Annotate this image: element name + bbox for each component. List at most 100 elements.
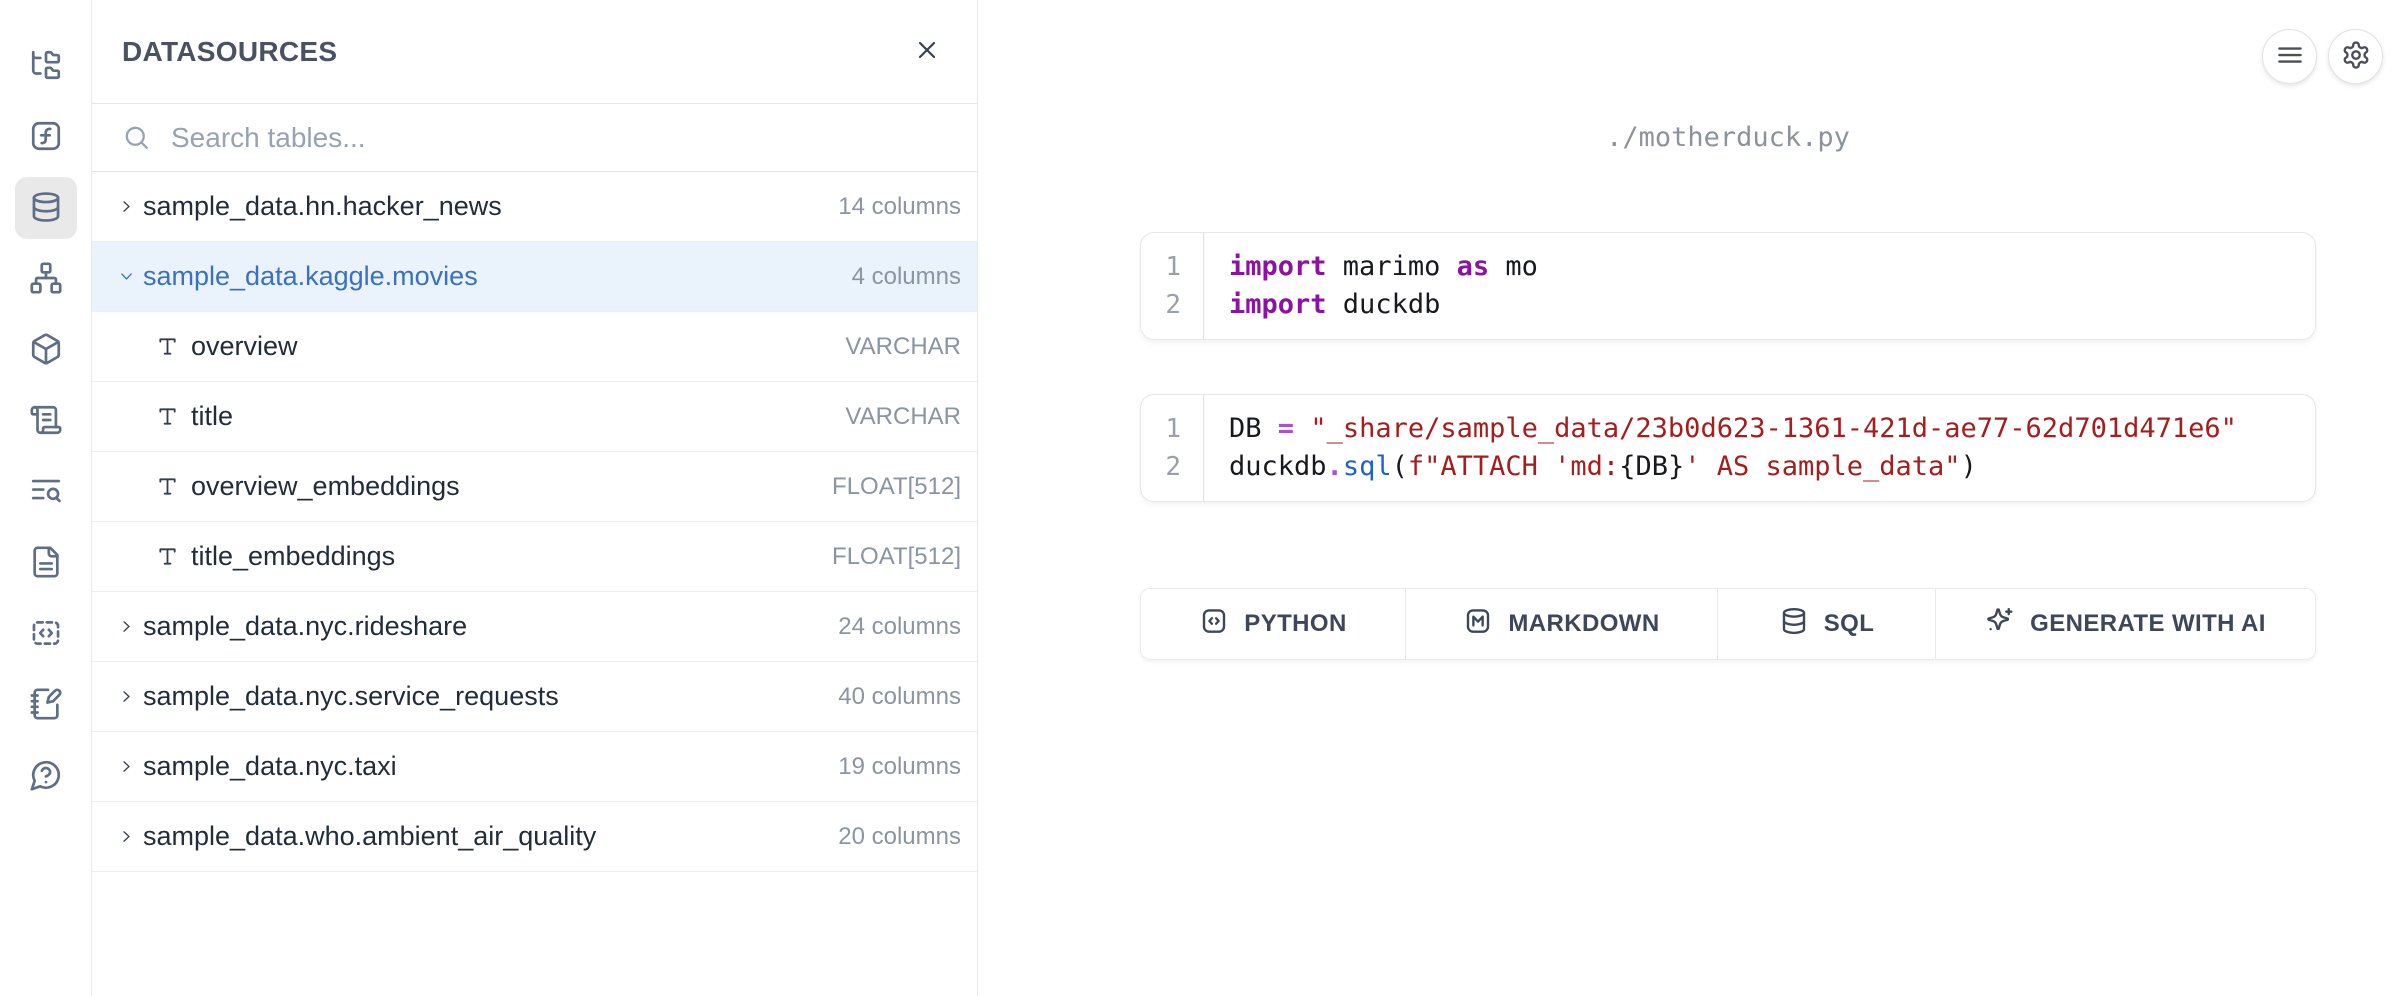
code-editor[interactable]: import marimo as moimport duckdb	[1204, 233, 1538, 339]
column-row[interactable]: title_embeddings FLOAT[512]	[92, 522, 977, 592]
panel-title: DATASOURCES	[122, 36, 337, 68]
table-row[interactable]: sample_data.nyc.taxi19 columns	[92, 732, 977, 802]
rail-button-help-question-bubble-icon[interactable]	[15, 745, 77, 807]
gear-icon	[2341, 40, 2371, 73]
table-row[interactable]: sample_data.kaggle.movies 4 columns	[92, 242, 977, 312]
line-number: 1	[1141, 410, 1181, 448]
column-type-icon	[156, 335, 179, 358]
column-row[interactable]: overview_embeddingsFLOAT[512]	[92, 452, 977, 522]
column-name: title	[191, 401, 233, 432]
variables-function-icon	[29, 119, 63, 156]
add-cell-button-label: GENERATE WITH AI	[2030, 610, 2266, 638]
column-row[interactable]: titleVARCHAR	[92, 382, 977, 452]
notebook-menu-button[interactable]	[2262, 29, 2317, 84]
chevron-down-icon	[118, 268, 135, 285]
token-plain: {DB}	[1619, 451, 1684, 482]
column-type-icon	[156, 475, 179, 498]
file-tree-icon	[29, 48, 63, 85]
table-name: sample_data.nyc.rideshare	[143, 611, 467, 642]
token-prop: sql	[1343, 451, 1392, 482]
search-row	[92, 104, 977, 172]
rail-button-snippets-code-icon[interactable]	[15, 603, 77, 665]
code-cell[interactable]: 12import marimo as moimport duckdb	[1140, 232, 2316, 340]
chevron-right-icon	[118, 828, 135, 845]
close-panel-button[interactable]	[911, 36, 943, 68]
rail-button-outline-scroll-icon[interactable]	[15, 390, 77, 452]
search-input[interactable]	[171, 122, 957, 154]
scratchpad-notebook-pen-icon	[29, 687, 63, 724]
token-plain	[1294, 413, 1310, 444]
notebook-main: ./motherduck.py 12import marimo as moimp…	[978, 0, 2399, 996]
column-type-badge: VARCHAR	[845, 333, 961, 361]
token-kw: as	[1457, 251, 1490, 282]
token-str: ' AS sample_data"	[1684, 451, 1960, 482]
code-editor[interactable]: DB = "_share/sample_data/23b0d623-1361-4…	[1204, 395, 2237, 501]
rail-button-dependencies-network-icon[interactable]	[15, 248, 77, 310]
add-cell-button-python[interactable]: PYTHON	[1141, 589, 1405, 659]
rail-button-datasources-database-icon[interactable]	[15, 177, 77, 239]
table-name: sample_data.kaggle.movies	[143, 261, 478, 292]
menu-icon	[2275, 40, 2305, 73]
python-cell-icon	[1199, 606, 1229, 643]
rail-button-file-tree-icon[interactable]	[15, 35, 77, 97]
table-name: sample_data.nyc.service_requests	[143, 681, 559, 712]
chevron-right-icon	[118, 618, 135, 635]
table-row[interactable]: sample_data.who.ambient_air_quality20 co…	[92, 802, 977, 872]
datasources-database-icon	[29, 190, 63, 227]
token-plain: marimo	[1327, 251, 1457, 282]
column-name: overview	[191, 331, 298, 362]
token-kw: import	[1229, 289, 1327, 320]
dependencies-network-icon	[29, 261, 63, 298]
rail-button-packages-box-icon[interactable]	[15, 319, 77, 381]
token-plain: )	[1961, 451, 1977, 482]
token-str: f"ATTACH 'md:	[1408, 451, 1619, 482]
table-row[interactable]: sample_data.nyc.service_requests 40 colum…	[92, 662, 977, 732]
close-icon	[913, 36, 941, 67]
code-line: import marimo as mo	[1229, 248, 1538, 286]
snippets-code-icon	[29, 616, 63, 653]
add-cell-button-label: MARKDOWN	[1508, 610, 1659, 638]
code-cell[interactable]: 12DB = "_share/sample_data/23b0d623-1361…	[1140, 394, 2316, 502]
rail-button-logs-list-search-icon[interactable]	[15, 461, 77, 523]
line-number-gutter: 12	[1141, 233, 1204, 339]
add-cell-button-markdown[interactable]: MARKDOWN	[1405, 589, 1717, 659]
code-line: DB = "_share/sample_data/23b0d623-1361-4…	[1229, 410, 2237, 448]
token-op: =	[1278, 413, 1294, 444]
add-cell-button-label: PYTHON	[1244, 610, 1346, 638]
token-plain: DB	[1229, 413, 1278, 444]
token-op: .	[1327, 451, 1343, 482]
packages-box-icon	[29, 332, 63, 369]
generate-ai-icon	[1985, 606, 2015, 643]
rail-button-scratchpad-notebook-pen-icon[interactable]	[15, 674, 77, 736]
column-type-icon	[156, 545, 179, 568]
rail-button-documentation-file-icon[interactable]	[15, 532, 77, 594]
column-type-badge: FLOAT[512]	[832, 543, 961, 571]
documentation-file-icon	[29, 545, 63, 582]
column-count-badge: 40 columns	[838, 683, 961, 711]
settings-button[interactable]	[2328, 29, 2383, 84]
token-plain: mo	[1489, 251, 1538, 282]
add-cell-button-sql[interactable]: SQL	[1717, 589, 1935, 659]
rail-button-variables-function-icon[interactable]	[15, 106, 77, 168]
table-name: sample_data.hn.hacker_news	[143, 191, 502, 222]
line-number: 2	[1141, 286, 1181, 324]
panel-header: DATASOURCES	[92, 0, 977, 104]
search-icon	[122, 123, 151, 152]
token-str: "_share/sample_data/23b0d623-1361-421d-a…	[1310, 413, 2237, 444]
activity-rail	[0, 0, 92, 996]
column-count-badge: 14 columns	[838, 193, 961, 221]
add-cell-button-generate-with-ai[interactable]: GENERATE WITH AI	[1935, 589, 2315, 659]
column-count-badge: 19 columns	[838, 753, 961, 781]
column-count-badge: 20 columns	[838, 823, 961, 851]
token-kw: import	[1229, 251, 1327, 282]
column-name: overview_embeddings	[191, 471, 460, 502]
table-row[interactable]: sample_data.nyc.rideshare24 columns	[92, 592, 977, 662]
chevron-right-icon	[118, 688, 135, 705]
column-row[interactable]: overview VARCHAR	[92, 312, 977, 382]
table-row[interactable]: sample_data.hn.hacker_news 14 columns	[92, 172, 977, 242]
column-count-badge: 4 columns	[852, 263, 961, 291]
chevron-right-icon	[118, 198, 135, 215]
column-name: title_embeddings	[191, 541, 395, 572]
add-cell-bar: PYTHON MARKDOWN SQL GENERATE WITH AI	[1140, 588, 2316, 660]
chevron-right-icon	[118, 758, 135, 775]
